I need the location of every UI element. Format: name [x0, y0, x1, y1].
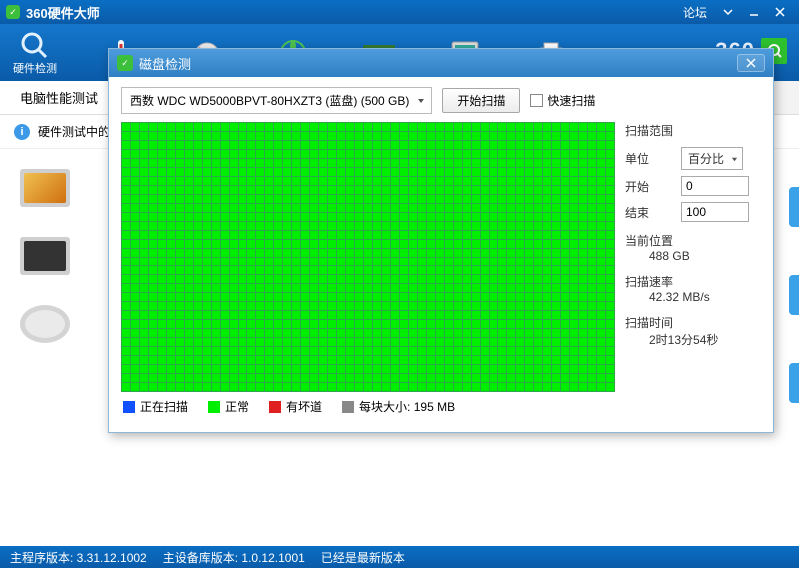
disk-scan-dialog: ✓ 磁盘检测 西数 WDC WD5000BPVT-80HXZT3 (蓝盘) (5…: [108, 48, 774, 433]
start-label: 开始: [625, 178, 673, 195]
pos-value: 488 GB: [625, 249, 761, 263]
minimize-button[interactable]: [741, 3, 767, 21]
app-title: 360硬件大师: [26, 3, 683, 22]
main-version: 主程序版本: 3.31.12.1002: [10, 549, 147, 566]
side-tab-2[interactable]: [789, 275, 799, 315]
device-thumbnails: [0, 149, 110, 363]
forum-link[interactable]: 论坛: [683, 4, 707, 21]
subtab-performance[interactable]: 电脑性能测试: [0, 81, 119, 114]
device-thumb-3[interactable]: [20, 305, 70, 343]
chevron-down-icon: [731, 152, 738, 166]
device-thumb-2[interactable]: [20, 237, 70, 275]
speed-value: 42.32 MB/s: [625, 290, 761, 304]
info-icon: i: [14, 124, 30, 140]
device-thumb-1[interactable]: [20, 169, 70, 207]
dialog-close-button[interactable]: [737, 54, 765, 72]
app-logo-icon: ✓: [6, 5, 20, 19]
dialog-title: 磁盘检测: [139, 54, 737, 73]
legend-scanning: 正在扫描: [140, 400, 188, 414]
dropdown-button[interactable]: [715, 3, 741, 21]
scan-grid: [121, 122, 615, 392]
quick-scan-label: 快速扫描: [547, 92, 595, 109]
dialog-icon: ✓: [117, 55, 133, 71]
magnifier-icon: [18, 30, 52, 60]
unit-value: 百分比: [688, 152, 724, 166]
scan-legend: 正在扫描 正常 有坏道 每块大小: 195 MB: [121, 392, 615, 415]
end-label: 结束: [625, 204, 673, 221]
db-version: 主设备库版本: 1.0.12.1001: [163, 549, 305, 566]
speed-title: 扫描速率: [625, 273, 761, 290]
side-tab-1[interactable]: [789, 187, 799, 227]
time-value: 2时13分54秒: [625, 331, 761, 348]
chevron-down-icon: [417, 94, 425, 108]
tool-label: 硬件检测: [13, 60, 57, 76]
start-scan-button[interactable]: 开始扫描: [442, 88, 520, 113]
legend-block-swatch: [342, 401, 354, 413]
update-status: 已经是最新版本: [321, 549, 405, 566]
tool-hardware-detect[interactable]: 硬件检测: [10, 30, 60, 76]
pos-title: 当前位置: [625, 232, 761, 249]
time-title: 扫描时间: [625, 314, 761, 331]
range-title: 扫描范围: [625, 122, 761, 139]
unit-label: 单位: [625, 150, 673, 167]
legend-normal-swatch: [208, 401, 220, 413]
close-button[interactable]: [767, 3, 793, 21]
end-input[interactable]: [681, 202, 749, 222]
legend-bad-swatch: [269, 401, 281, 413]
quick-scan-checkbox[interactable]: 快速扫描: [530, 92, 595, 109]
checkbox-box-icon: [530, 94, 543, 107]
disk-selector[interactable]: 西数 WDC WD5000BPVT-80HXZT3 (蓝盘) (500 GB): [121, 87, 432, 114]
unit-select[interactable]: 百分比: [681, 147, 743, 170]
legend-bad: 有坏道: [286, 400, 322, 414]
legend-block: 每块大小: 195 MB: [359, 400, 455, 414]
side-tab-3[interactable]: [789, 363, 799, 403]
legend-scanning-swatch: [123, 401, 135, 413]
disk-selector-text: 西数 WDC WD5000BPVT-80HXZT3 (蓝盘) (500 GB): [130, 94, 409, 108]
start-input[interactable]: [681, 176, 749, 196]
status-footer: 主程序版本: 3.31.12.1002 主设备库版本: 1.0.12.1001 …: [0, 546, 799, 568]
legend-normal: 正常: [225, 400, 249, 414]
